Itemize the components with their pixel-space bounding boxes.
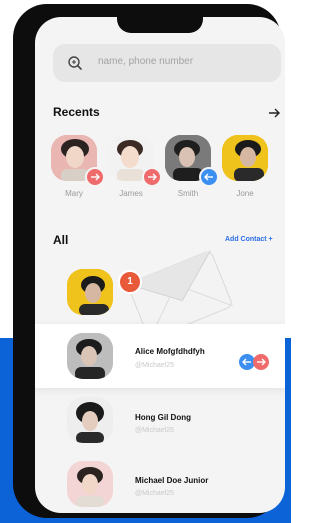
recent-name: James [119,189,143,198]
contact-handle: @Michael25 [135,490,175,497]
arrow-right-icon[interactable] [267,106,281,120]
recent-send-button[interactable] [142,167,162,187]
avatar [67,269,113,315]
contact-avatar[interactable] [67,397,113,443]
avatar [67,461,113,507]
search-input[interactable]: name, phone number [98,56,193,67]
recents-title: Recents [53,105,100,119]
recent-name: Jone [236,189,254,198]
avatar [67,397,113,443]
notification-badge: 1 [118,270,142,294]
phone-frame: name, phone number Recents Mary James Sm… [13,4,285,518]
contact-handle: @Michael25 [135,362,175,369]
contact-name: Alice Mofgfdhdfyh [135,347,205,356]
contact-avatar[interactable] [67,269,113,315]
contact-avatar[interactable] [67,333,113,379]
recent-name: Smith [177,189,199,198]
all-contacts-title: All [53,233,69,247]
transfer-icon[interactable] [237,353,273,371]
contact-avatar[interactable] [67,461,113,507]
recent-avatar-jone[interactable] [222,135,268,181]
phone-screen: name, phone number Recents Mary James Sm… [35,17,285,513]
recent-receive-button[interactable] [199,167,219,187]
arrow-left-icon [204,173,213,181]
recent-name: Mary [65,189,83,198]
contact-handle: @Michael25 [135,427,175,434]
arrow-right-icon [91,173,100,181]
arrow-right-icon [148,173,157,181]
avatar [222,135,268,181]
phone-notch [117,17,203,33]
search-icon [68,56,82,70]
contact-name: Michael Doe Junior [135,476,209,485]
recent-send-button[interactable] [85,167,105,187]
avatar [67,333,113,379]
contact-name: Hong Gil Dong [135,413,191,422]
search-bar[interactable]: name, phone number [53,44,281,82]
